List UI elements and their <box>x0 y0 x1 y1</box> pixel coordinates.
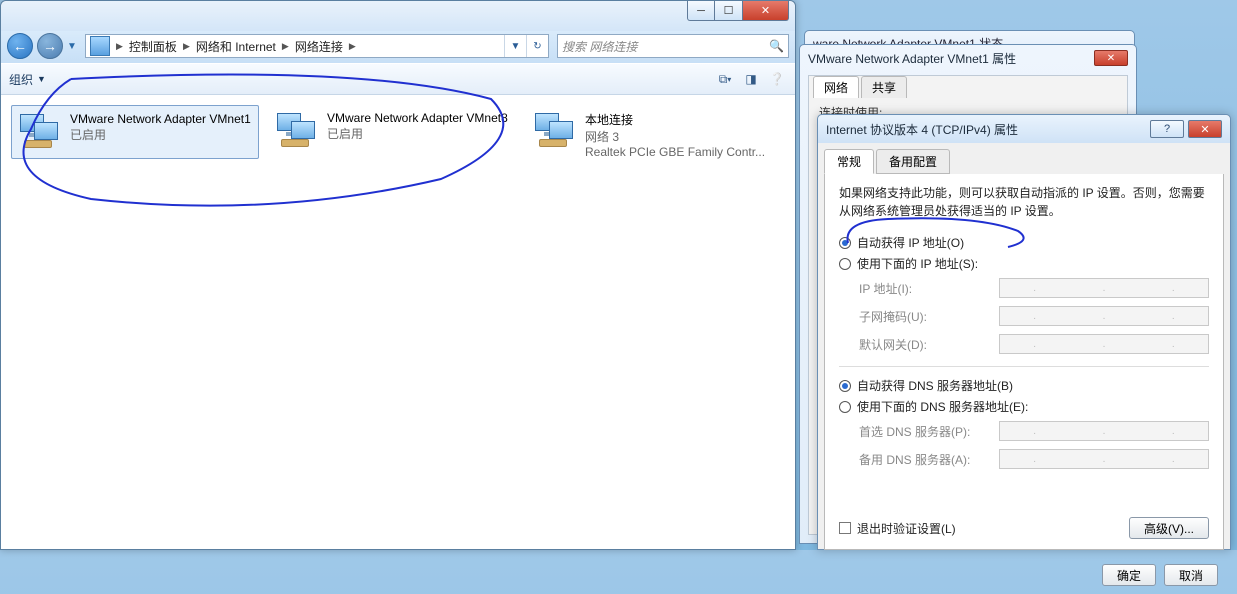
search-input[interactable]: 搜索 网络连接 🔍 <box>557 34 789 58</box>
radio-manual-ip[interactable]: 使用下面的 IP 地址(S): <box>839 255 1209 272</box>
ipv4-properties-dialog: Internet 协议版本 4 (TCP/IPv4) 属性 ? ✕ 常规 备用配… <box>817 114 1231 550</box>
connection-local[interactable]: 本地连接 网络 3 Realtek PCIe GBE Family Contr.… <box>527 105 775 165</box>
validate-label: 退出时验证设置(L) <box>857 520 956 537</box>
explorer-titlebar: ─ ☐ ✕ <box>1 1 795 31</box>
address-dropdown[interactable]: ▼ <box>504 35 526 57</box>
chevron-right-icon[interactable]: ▶ <box>347 41 358 52</box>
explorer-toolbar: 组织 ▼ ⧉▾ ◨ ❔ <box>1 63 795 95</box>
connection-name: VMware Network Adapter VMnet1 <box>70 112 251 126</box>
field-primary-dns: 首选 DNS 服务器(P): ... <box>859 421 1209 441</box>
nav-row: ← → ▼ ▶ 控制面板 ▶ 网络和 Internet ▶ 网络连接 ▶ ▼ ↻… <box>1 31 795 63</box>
close-button[interactable]: ✕ <box>1188 120 1222 138</box>
search-placeholder: 搜索 网络连接 <box>562 38 637 55</box>
breadcrumb: ▶ 控制面板 ▶ 网络和 Internet ▶ 网络连接 ▶ <box>114 38 504 55</box>
field-ip-address: IP 地址(I): ... <box>859 278 1209 298</box>
field-subnet-mask: 子网掩码(U): ... <box>859 306 1209 326</box>
ipv4-description: 如果网络支持此功能，则可以获取自动指派的 IP 设置。否则，您需要从网络系统管理… <box>839 184 1209 220</box>
history-dropdown[interactable]: ▼ <box>67 41 81 52</box>
help-button[interactable]: ? <box>1150 120 1184 138</box>
tab-sharing[interactable]: 共享 <box>861 76 907 98</box>
radio-label: 使用下面的 DNS 服务器地址(E): <box>857 398 1028 415</box>
radio-label: 使用下面的 IP 地址(S): <box>857 255 978 272</box>
connection-vmnet1[interactable]: VMware Network Adapter VMnet1 已启用 <box>11 105 259 159</box>
forward-button[interactable]: → <box>37 33 63 59</box>
network-adapter-icon <box>533 111 577 151</box>
connection-name: 本地连接 <box>585 111 765 128</box>
field-label: IP 地址(I): <box>859 280 999 297</box>
tab-network[interactable]: 网络 <box>813 76 859 98</box>
crumb-network-connections[interactable]: 网络连接 <box>291 38 347 55</box>
ipv4-panel: 如果网络支持此功能，则可以获取自动指派的 IP 设置。否则，您需要从网络系统管理… <box>824 174 1224 550</box>
refresh-button[interactable]: ↻ <box>526 35 548 57</box>
close-button[interactable]: ✕ <box>1094 50 1128 66</box>
organize-label: 组织 <box>9 71 33 88</box>
location-icon <box>90 36 110 56</box>
help-button[interactable]: ❔ <box>767 69 787 89</box>
alternate-dns-input[interactable]: ... <box>999 449 1209 469</box>
connection-status: 网络 3 <box>585 128 765 145</box>
address-bar[interactable]: ▶ 控制面板 ▶ 网络和 Internet ▶ 网络连接 ▶ ▼ ↻ <box>85 34 549 58</box>
ip-address-input[interactable]: ... <box>999 278 1209 298</box>
window-title: VMware Network Adapter VMnet1 属性 <box>808 50 1016 67</box>
connection-detail: Realtek PCIe GBE Family Contr... <box>585 145 765 159</box>
dialog-buttons: 确定 取消 <box>818 556 1230 594</box>
cancel-button[interactable]: 取消 <box>1164 564 1218 586</box>
connection-status: 已启用 <box>327 125 508 142</box>
connection-status: 已启用 <box>70 126 251 143</box>
close-button[interactable]: ✕ <box>743 1 789 21</box>
gateway-input[interactable]: ... <box>999 334 1209 354</box>
radio-icon <box>839 380 851 392</box>
field-gateway: 默认网关(D): ... <box>859 334 1209 354</box>
field-label: 备用 DNS 服务器(A): <box>859 451 999 468</box>
connection-name: VMware Network Adapter VMnet8 <box>327 111 508 125</box>
adapter-prop-titlebar: VMware Network Adapter VMnet1 属性 ✕ <box>800 45 1136 71</box>
field-label: 默认网关(D): <box>859 336 999 353</box>
advanced-button[interactable]: 高级(V)... <box>1129 517 1209 539</box>
network-adapter-icon <box>275 111 319 151</box>
organize-menu[interactable]: 组织 ▼ <box>9 71 46 88</box>
maximize-button[interactable]: ☐ <box>715 1 743 21</box>
field-label: 子网掩码(U): <box>859 308 999 325</box>
view-button[interactable]: ⧉▾ <box>715 69 735 89</box>
chevron-right-icon[interactable]: ▶ <box>181 41 192 52</box>
chevron-right-icon[interactable]: ▶ <box>280 41 291 52</box>
validate-checkbox[interactable] <box>839 522 851 534</box>
connections-list: VMware Network Adapter VMnet1 已启用 VMware… <box>1 95 795 549</box>
explorer-window: ─ ☐ ✕ ← → ▼ ▶ 控制面板 ▶ 网络和 Internet ▶ 网络连接… <box>0 0 796 550</box>
crumb-network-internet[interactable]: 网络和 Internet <box>192 38 280 55</box>
tab-alternate[interactable]: 备用配置 <box>876 149 950 174</box>
tab-general[interactable]: 常规 <box>824 149 874 174</box>
search-icon: 🔍 <box>769 39 784 53</box>
window-title: Internet 协议版本 4 (TCP/IPv4) 属性 <box>826 121 1018 138</box>
minimize-button[interactable]: ─ <box>687 1 715 21</box>
chevron-right-icon[interactable]: ▶ <box>114 41 125 52</box>
separator <box>839 366 1209 367</box>
connection-vmnet8[interactable]: VMware Network Adapter VMnet8 已启用 <box>269 105 517 157</box>
primary-dns-input[interactable]: ... <box>999 421 1209 441</box>
radio-label: 自动获得 IP 地址(O) <box>857 234 964 251</box>
subnet-mask-input[interactable]: ... <box>999 306 1209 326</box>
radio-manual-dns[interactable]: 使用下面的 DNS 服务器地址(E): <box>839 398 1209 415</box>
preview-pane-button[interactable]: ◨ <box>741 69 761 89</box>
back-button[interactable]: ← <box>7 33 33 59</box>
network-adapter-icon <box>18 112 62 152</box>
radio-label: 自动获得 DNS 服务器地址(B) <box>857 377 1013 394</box>
chevron-down-icon: ▼ <box>37 74 46 84</box>
ok-button[interactable]: 确定 <box>1102 564 1156 586</box>
crumb-control-panel[interactable]: 控制面板 <box>125 38 181 55</box>
radio-icon <box>839 258 851 270</box>
field-alternate-dns: 备用 DNS 服务器(A): ... <box>859 449 1209 469</box>
radio-icon <box>839 401 851 413</box>
field-label: 首选 DNS 服务器(P): <box>859 423 999 440</box>
ipv4-titlebar: Internet 协议版本 4 (TCP/IPv4) 属性 ? ✕ <box>818 115 1230 143</box>
radio-auto-dns[interactable]: 自动获得 DNS 服务器地址(B) <box>839 377 1209 394</box>
radio-icon <box>839 237 851 249</box>
radio-auto-ip[interactable]: 自动获得 IP 地址(O) <box>839 234 1209 251</box>
